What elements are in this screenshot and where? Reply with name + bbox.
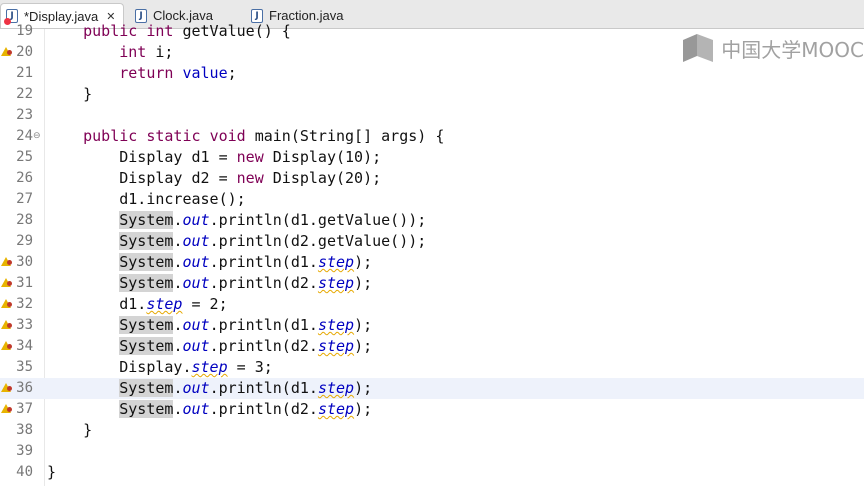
warning-icon[interactable] [1, 404, 12, 413]
line-number: 33 [16, 317, 33, 333]
line-number: 22 [16, 86, 33, 102]
watermark-text: 中国大学MOOC [721, 37, 864, 62]
code-line[interactable]: 37 System.out.println(d2.step); [0, 399, 864, 420]
code-text: Display.step = 3; [47, 358, 273, 376]
code-line[interactable]: 31 System.out.println(d2.step); [0, 273, 864, 294]
code-line[interactable]: 33 System.out.println(d1.step); [0, 315, 864, 336]
warning-icon[interactable] [1, 320, 12, 329]
code-text: System.out.println(d2.getValue()); [119, 232, 427, 250]
warning-icon[interactable] [1, 257, 12, 266]
line-number: 38 [16, 422, 33, 438]
line-number: 21 [16, 65, 33, 81]
code-line[interactable]: 35 Display.step = 3; [0, 357, 864, 378]
line-number: 30 [16, 254, 33, 270]
mooc-watermark: 中国大学MOOC [681, 30, 864, 66]
code-line[interactable]: 28 System.out.println(d1.getValue()); [0, 210, 864, 231]
line-number: 35 [16, 359, 33, 375]
code-text: public static void main(String[] args) { [83, 127, 445, 145]
code-line[interactable]: 38 } [0, 420, 864, 441]
code-text: int i; [119, 43, 174, 61]
code-text: System.out.println(d1.step); [119, 253, 373, 271]
code-text: } [47, 463, 57, 481]
code-text: System.out.println(d2.step); [119, 400, 373, 418]
code-line[interactable]: 39 [0, 441, 864, 462]
code-line[interactable]: 40} [0, 462, 864, 483]
warning-icon[interactable] [1, 341, 12, 350]
warning-icon[interactable] [1, 47, 12, 56]
code-text: } [47, 421, 93, 439]
line-number: 34 [16, 338, 33, 354]
code-line[interactable]: 22 } [0, 84, 864, 105]
code-line[interactable]: 27 d1.increase(); [0, 189, 864, 210]
code-text: Display d2 = new Display(20); [47, 169, 382, 187]
code-line[interactable]: 32 d1.step = 2; [0, 294, 864, 315]
code-text: System.out.println(d2.step); [119, 337, 373, 355]
line-number: 36 [16, 380, 33, 396]
warning-icon[interactable] [1, 383, 12, 392]
line-number: 19 [16, 23, 33, 39]
code-line[interactable]: 36 System.out.println(d1.step); [0, 378, 864, 399]
line-number: 28 [16, 212, 33, 228]
line-number: 23 [16, 107, 33, 123]
line-number: 39 [16, 443, 33, 459]
code-line[interactable]: 21 return value; [0, 63, 864, 84]
mooc-logo-icon [683, 34, 714, 62]
line-number: 20 [16, 44, 33, 60]
line-number: 25 [16, 149, 33, 165]
code-text: System.out.println(d2.step); [119, 274, 373, 292]
line-number: 26 [16, 170, 33, 186]
code-line[interactable]: 26 Display d2 = new Display(20); [0, 168, 864, 189]
line-number: 37 [16, 401, 33, 417]
line-number: 27 [16, 191, 33, 207]
code-text: d1.increase(); [47, 190, 246, 208]
code-text: d1.step = 2; [47, 295, 228, 313]
code-line[interactable]: 23 [0, 105, 864, 126]
code-text: return value; [119, 64, 237, 82]
code-line[interactable]: 34 System.out.println(d2.step); [0, 336, 864, 357]
code-line[interactable]: 29 System.out.println(d2.getValue()); [0, 231, 864, 252]
line-number: 40 [16, 464, 33, 480]
code-text: System.out.println(d1.step); [119, 379, 373, 397]
code-line[interactable]: 30 System.out.println(d1.step); [0, 252, 864, 273]
fold-toggle-icon[interactable]: ⊖ [33, 126, 41, 147]
code-text: System.out.println(d1.getValue()); [119, 211, 427, 229]
code-text: public int getValue() { [83, 22, 291, 40]
line-number: 31 [16, 275, 33, 291]
warning-icon[interactable] [1, 278, 12, 287]
line-number: 29 [16, 233, 33, 249]
warning-icon[interactable] [1, 299, 12, 308]
line-number: 24 [16, 128, 33, 144]
code-line[interactable]: 24 ⊖ public static void main(String[] arg… [0, 126, 864, 147]
code-text: Display d1 = new Display(10); [47, 148, 382, 166]
line-number: 32 [16, 296, 33, 312]
code-line[interactable]: 25 Display d1 = new Display(10); [0, 147, 864, 168]
code-text: } [47, 85, 93, 103]
code-text: System.out.println(d1.step); [119, 316, 373, 334]
